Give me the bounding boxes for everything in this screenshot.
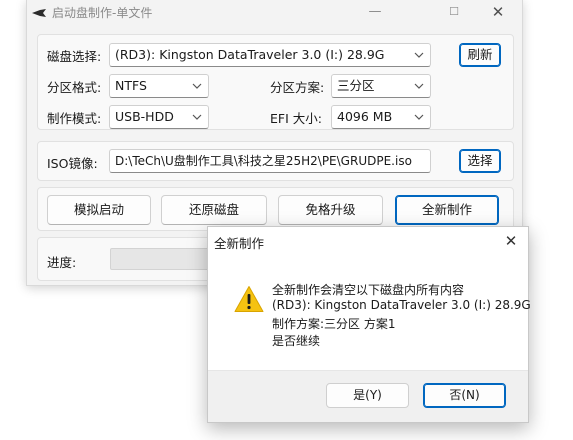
title-bar: 启动盘制作-单文件 — ☐ ✕ [27, 0, 522, 26]
efi-label: EFI 大小: [270, 111, 322, 126]
efi-size-select-value: 4096 MB [337, 109, 393, 124]
chevron-down-icon [192, 83, 202, 89]
fs-label: 分区格式: [47, 80, 102, 95]
dialog-title: 全新制作 [214, 236, 265, 251]
close-button[interactable]: ✕ [478, 0, 518, 26]
chevron-down-icon [414, 52, 424, 58]
iso-path-input[interactable]: D:\TeCh\U盘制作工具\科技之星25H2\PE\GRUDPE.iso [109, 149, 431, 173]
message-line: 是否继续 [272, 334, 321, 348]
actions-panel: 模拟启动 还原磁盘 免格升级 全新制作 [37, 187, 514, 231]
app-icon [32, 9, 46, 17]
dialog-title-bar: 全新制作 ✕ [208, 227, 528, 255]
restore-disk-button[interactable]: 还原磁盘 [161, 195, 267, 225]
disk-label: 磁盘选择: [47, 49, 102, 64]
minimize-button[interactable]: — [355, 0, 395, 26]
maximize-button[interactable]: ☐ [434, 0, 474, 26]
disk-select-value: (RD3): Kingston DataTraveler 3.0 (I:) 28… [115, 47, 385, 62]
confirm-dialog: 全新制作 ✕ 全新制作会清空以下磁盘内所有内容 (RD3): Kingston … [207, 226, 531, 423]
close-icon[interactable]: ✕ [500, 230, 522, 252]
window-title: 启动盘制作-单文件 [52, 6, 153, 20]
progress-label: 进度: [47, 255, 77, 270]
iso-panel: ISO镜像: D:\TeCh\U盘制作工具\科技之星25H2\PE\GRUDPE… [37, 141, 514, 181]
scheme-select-value: 三分区 [337, 78, 375, 93]
disk-settings-panel: 磁盘选择: (RD3): Kingston DataTraveler 3.0 (… [37, 34, 514, 130]
format-free-upgrade-button[interactable]: 免格升级 [278, 195, 383, 225]
filesystem-select[interactable]: NTFS [109, 74, 209, 98]
new-make-button[interactable]: 全新制作 [395, 195, 499, 225]
chevron-down-icon [414, 114, 424, 120]
mode-select[interactable]: USB-HDD [109, 105, 209, 129]
chevron-down-icon [192, 114, 202, 120]
efi-size-select[interactable]: 4096 MB [331, 105, 431, 129]
no-button[interactable]: 否(N) [423, 383, 506, 408]
dialog-footer: 是(Y) 否(N) [208, 370, 528, 422]
iso-path-value: D:\TeCh\U盘制作工具\科技之星25H2\PE\GRUDPE.iso [115, 154, 412, 168]
warning-icon [234, 286, 264, 312]
yes-button[interactable]: 是(Y) [326, 383, 409, 408]
dialog-body: 全新制作会清空以下磁盘内所有内容 (RD3): Kingston DataTra… [208, 255, 531, 372]
mode-select-value: USB-HDD [115, 109, 174, 124]
select-iso-button[interactable]: 选择 [459, 149, 501, 173]
refresh-button[interactable]: 刷新 [459, 43, 501, 67]
message-line: (RD3): Kingston DataTraveler 3.0 (I:) 28… [272, 298, 531, 312]
disk-select[interactable]: (RD3): Kingston DataTraveler 3.0 (I:) 28… [109, 43, 431, 67]
simulate-boot-button[interactable]: 模拟启动 [47, 195, 151, 225]
scheme-select[interactable]: 三分区 [331, 74, 431, 98]
message-line: 全新制作会清空以下磁盘内所有内容 [272, 283, 465, 297]
filesystem-select-value: NTFS [115, 78, 147, 93]
scheme-label: 分区方案: [270, 80, 325, 95]
message-line: 制作方案:三分区 方案1 [272, 317, 396, 331]
iso-label: ISO镜像: [47, 156, 98, 171]
chevron-down-icon [414, 83, 424, 89]
mode-label: 制作模式: [47, 111, 102, 126]
